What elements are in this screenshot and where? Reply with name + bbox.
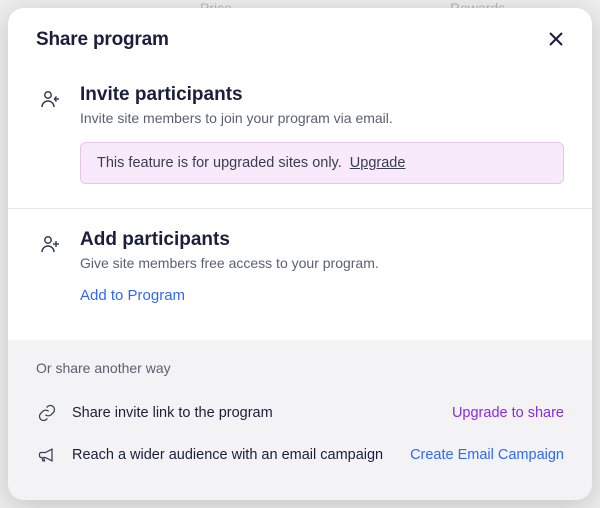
upgrade-notice: This feature is for upgraded sites only.… — [80, 142, 564, 184]
upgrade-notice-text: This feature is for upgraded sites only. — [97, 155, 342, 171]
create-email-campaign-link[interactable]: Create Email Campaign — [410, 447, 564, 463]
megaphone-icon — [36, 444, 58, 466]
invite-title: Invite participants — [80, 84, 564, 106]
upgrade-link[interactable]: Upgrade — [350, 155, 406, 171]
share-link-label: Share invite link to the program — [72, 405, 438, 421]
share-other-panel: Or share another way Share invite link t… — [8, 340, 592, 500]
email-campaign-label: Reach a wider audience with an email cam… — [72, 447, 396, 463]
link-icon — [36, 402, 58, 424]
upgrade-to-share-link[interactable]: Upgrade to share — [452, 405, 564, 421]
add-body: Add participants Give site members free … — [80, 229, 564, 305]
invite-section: Invite participants Invite site members … — [8, 64, 592, 208]
modal-header: Share program — [8, 8, 592, 64]
share-other-heading: Or share another way — [36, 360, 564, 376]
add-section: Add participants Give site members free … — [8, 208, 592, 329]
person-invite-icon — [36, 86, 62, 112]
invite-body: Invite participants Invite site members … — [80, 84, 564, 184]
person-add-icon — [36, 231, 62, 257]
share-link-row: Share invite link to the program Upgrade… — [36, 392, 564, 434]
modal-title: Share program — [36, 29, 169, 51]
add-to-program-link[interactable]: Add to Program — [80, 287, 185, 304]
add-subtitle: Give site members free access to your pr… — [80, 255, 564, 271]
close-button[interactable] — [542, 26, 570, 54]
close-icon — [548, 31, 564, 50]
page-backdrop: Price Rewards Share program Invit — [0, 0, 600, 508]
add-title: Add participants — [80, 229, 564, 251]
share-program-modal: Share program Invite participants Invite… — [8, 8, 592, 500]
invite-subtitle: Invite site members to join your program… — [80, 110, 564, 126]
email-campaign-row: Reach a wider audience with an email cam… — [36, 434, 564, 476]
